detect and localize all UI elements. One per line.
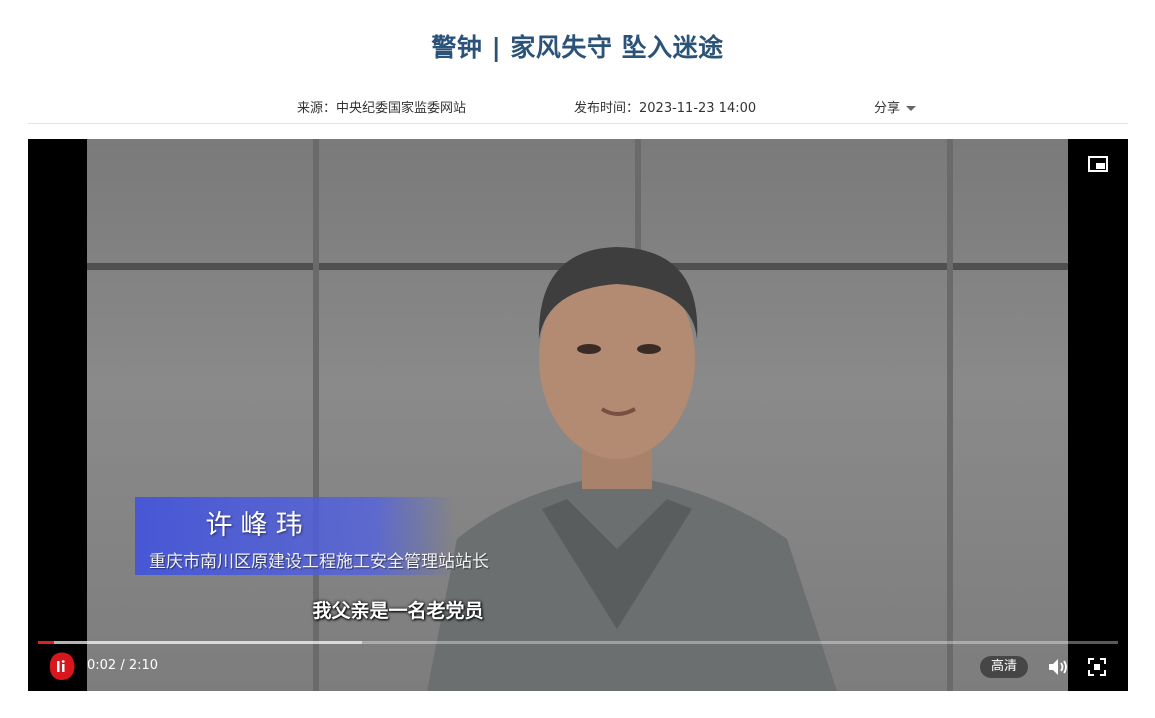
time-display: 0:02 / 2:10 xyxy=(87,658,159,673)
fullscreen-icon[interactable] xyxy=(1087,657,1107,677)
page-title: 警钟 | 家风失守 坠入迷途 xyxy=(431,33,724,62)
play-logo-icon[interactable] xyxy=(48,651,76,681)
chevron-down-icon xyxy=(906,105,917,111)
share-label: 分享 xyxy=(874,101,901,116)
interviewee-title: 重庆市南川区原建设工程施工安全管理站站长 xyxy=(149,552,489,572)
interviewee-name: 许峰玮 xyxy=(205,510,311,541)
video-player[interactable]: 许峰玮 重庆市南川区原建设工程施工安全管理站站长 我父亲是一名老党员 0:02 … xyxy=(28,139,1128,691)
wall-seam xyxy=(947,139,953,691)
article-source: 来源：中央纪委国家监委网站 xyxy=(297,101,467,116)
progress-played xyxy=(38,641,55,644)
header-divider xyxy=(28,123,1128,124)
video-subtitle: 我父亲是一名老党员 xyxy=(312,600,484,622)
share-button[interactable]: 分享 xyxy=(874,97,917,116)
quality-button[interactable]: 高清 xyxy=(980,656,1028,678)
progress-buffered xyxy=(38,641,362,644)
publish-time: 发布时间：2023-11-23 14:00 xyxy=(574,101,757,116)
volume-icon[interactable] xyxy=(1047,657,1069,677)
progress-bar[interactable] xyxy=(38,641,1118,644)
pip-icon[interactable] xyxy=(1088,156,1108,172)
